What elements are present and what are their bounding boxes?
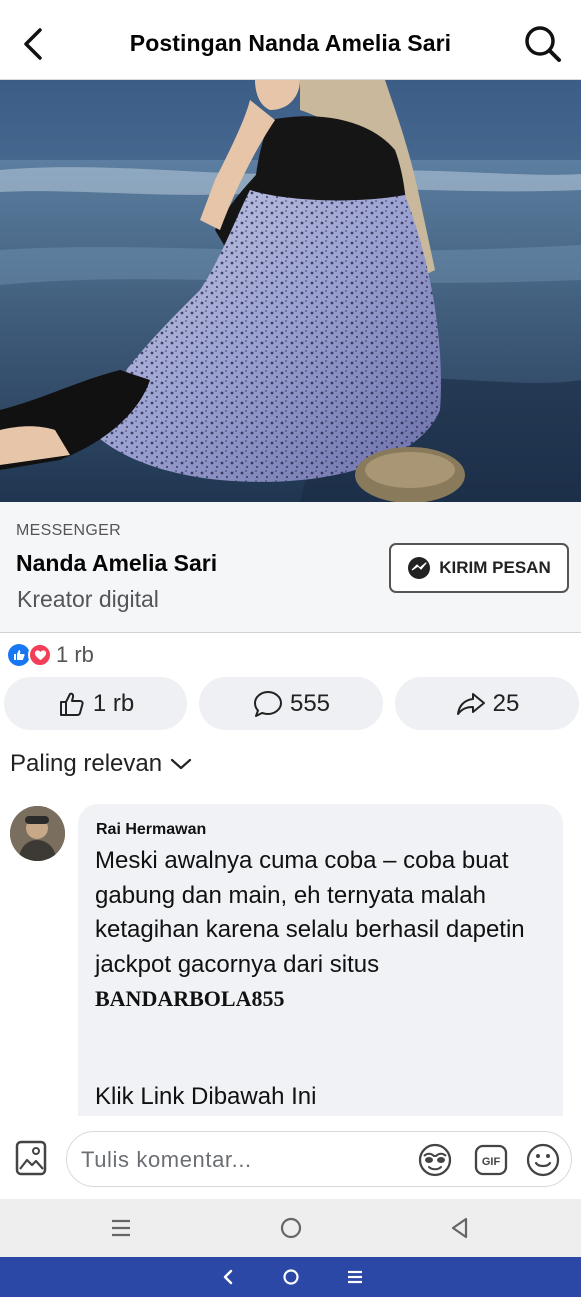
share-button[interactable]: 25: [395, 677, 579, 730]
messenger-ad-card: MESSENGER Nanda Amelia Sari Kreator digi…: [0, 502, 581, 633]
nav-menu-icon[interactable]: [345, 1267, 365, 1287]
post-image: [0, 80, 581, 502]
avatar-sticker-icon[interactable]: [417, 1142, 453, 1178]
page-category: Kreator digital: [17, 586, 159, 612]
send-message-label: KIRIM PESAN: [439, 558, 551, 577]
gif-icon-label: GIF: [482, 1156, 501, 1168]
post-photo[interactable]: [0, 80, 581, 502]
love-reaction-icon: [28, 643, 52, 667]
comment-author[interactable]: Rai Hermawan: [96, 821, 206, 839]
top-bar: Postingan Nanda Amelia Sari: [0, 0, 581, 80]
photo-attach-icon[interactable]: [14, 1139, 50, 1177]
comment-link-text: Klik Link Dibawah Ini: [95, 1083, 317, 1110]
bottom-navigation-bar: [0, 1257, 581, 1297]
page-title: Postingan Nanda Amelia Sari: [129, 30, 452, 56]
thumbs-up-icon: [59, 692, 84, 716]
messenger-icon: [408, 557, 431, 579]
comment-brand-text: BANDARBOLA855: [95, 986, 285, 1011]
home-icon[interactable]: [277, 1215, 305, 1241]
sort-label: Paling relevan: [10, 750, 163, 777]
comment-list: Rai Hermawan Meski awalnya cuma coba – c…: [0, 800, 581, 1116]
search-icon[interactable]: [523, 24, 563, 64]
ad-source-label: MESSENGER: [16, 522, 121, 539]
nav-back-icon[interactable]: [218, 1267, 238, 1287]
emoji-icon[interactable]: [525, 1142, 561, 1178]
comment-icon: [253, 690, 282, 717]
like-count: 1 rb: [92, 689, 135, 717]
system-back-icon[interactable]: [446, 1215, 474, 1241]
share-icon: [456, 692, 485, 715]
comment-button[interactable]: 555: [199, 677, 383, 730]
like-reaction-icon: [8, 644, 30, 666]
avatar[interactable]: [10, 806, 65, 861]
comment-sort-dropdown[interactable]: Paling relevan: [10, 750, 192, 778]
comment-bubble[interactable]: Rai Hermawan Meski awalnya cuma coba – c…: [78, 804, 563, 1116]
page-name[interactable]: Nanda Amelia Sari: [16, 550, 217, 577]
gif-icon[interactable]: GIF: [473, 1142, 509, 1178]
reaction-summary[interactable]: 1 rb: [8, 640, 94, 670]
comment-body-text: Meski awalnya cuma coba – coba buat gabu…: [95, 847, 525, 978]
share-count: 25: [492, 689, 520, 717]
reaction-count: 1 rb: [56, 642, 94, 667]
nav-home-icon[interactable]: [281, 1267, 301, 1287]
chevron-down-icon: [171, 758, 192, 770]
like-button[interactable]: 1 rb: [4, 677, 187, 730]
comment-input[interactable]: Tulis komentar... GIF: [66, 1131, 572, 1187]
comment-input-placeholder: Tulis komentar...: [81, 1147, 252, 1172]
send-message-button[interactable]: KIRIM PESAN: [389, 543, 569, 593]
comment-composer: Tulis komentar... GIF: [0, 1117, 581, 1199]
post-actions: 1 rb 555 25: [4, 677, 579, 730]
recent-apps-icon[interactable]: [107, 1215, 135, 1241]
system-navigation-bar: [0, 1199, 581, 1257]
comment-text: Meski awalnya cuma coba – coba buat gabu…: [95, 844, 555, 1017]
back-arrow-icon[interactable]: [18, 26, 48, 62]
comment-count: 555: [289, 689, 331, 717]
